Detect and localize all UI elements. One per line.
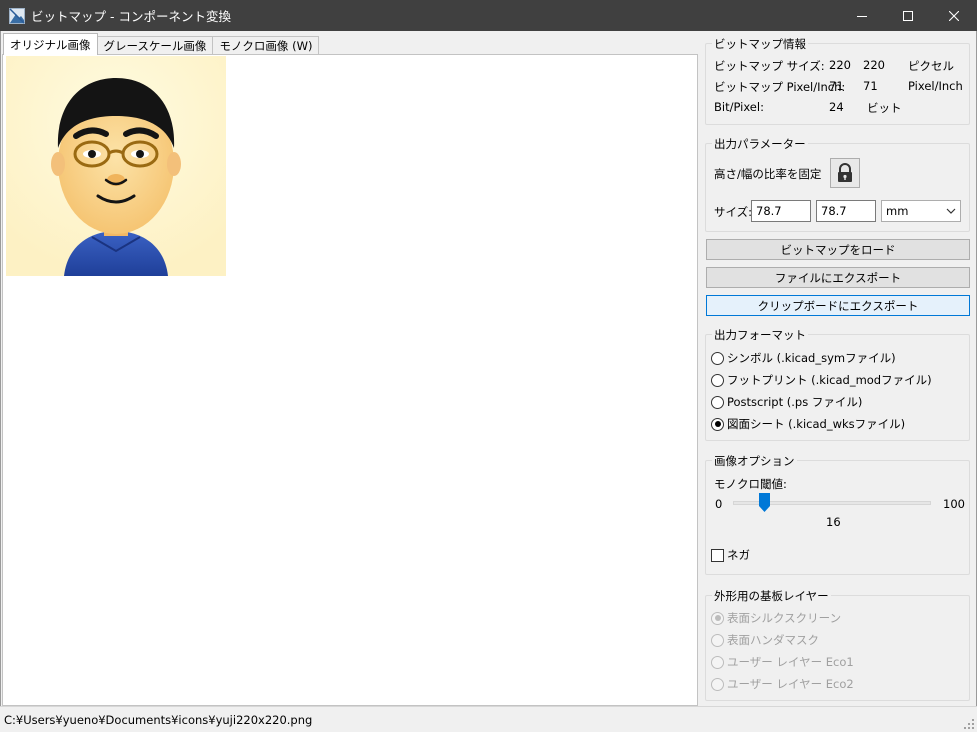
tab-grayscale-image[interactable]: グレースケール画像: [96, 36, 214, 55]
bitmap-ppi-unit: Pixel/Inch: [908, 79, 963, 93]
bitmap-size-height: 220: [863, 58, 885, 72]
lock-ratio-label: 高さ/幅の比率を固定: [714, 167, 822, 181]
image-tabs: オリジナル画像 グレースケール画像 モノクロ画像 (W): [3, 33, 320, 55]
radio-button-icon: [711, 351, 724, 365]
maximize-button[interactable]: [885, 0, 931, 31]
load-bitmap-button[interactable]: ビットマップをロード: [706, 239, 970, 260]
negative-checkbox[interactable]: ネガ: [711, 546, 750, 564]
negative-label: ネガ: [727, 548, 750, 562]
radio-button-icon: [711, 633, 724, 647]
layer-front-mask-radio[interactable]: 表面ハンダマスク: [711, 631, 819, 649]
layer-eco1-label: ユーザー レイヤー Eco1: [727, 655, 854, 669]
window-title: ビットマップ - コンポーネント変換: [31, 9, 231, 24]
layer-eco2-radio[interactable]: ユーザー レイヤー Eco2: [711, 675, 854, 693]
bitmap-converter-app-icon: [9, 7, 25, 24]
bitmap-ppi-label: ビットマップ Pixel/Inch:: [714, 80, 846, 94]
image-options-title: 画像オプション: [712, 453, 797, 469]
format-symbol-label: シンボル (.kicad_symファイル): [727, 351, 896, 365]
bitmap-preview-image: [6, 56, 226, 276]
bitmap-size-unit: ピクセル: [908, 59, 954, 73]
output-width-input[interactable]: 78.7: [751, 200, 811, 222]
bitmap-size-label: ビットマップ サイズ:: [714, 59, 825, 73]
radio-button-icon: [711, 655, 724, 669]
slider-value-label: 16: [826, 515, 841, 529]
threshold-slider-thumb[interactable]: [759, 493, 771, 512]
tab-monochrome-image[interactable]: モノクロ画像 (W): [212, 36, 320, 55]
bitmap-ppi-height: 71: [863, 79, 878, 93]
minimize-button[interactable]: [839, 0, 885, 31]
status-bar: C:¥Users¥yueno¥Documents¥icons¥yuji220x2…: [0, 706, 977, 732]
slider-max-label: 100: [943, 497, 965, 511]
layer-eco2-label: ユーザー レイヤー Eco2: [727, 677, 854, 691]
threshold-label: モノクロ閾値:: [714, 477, 787, 491]
bitmap-bpp-unit: ビット: [867, 101, 902, 115]
chevron-down-icon: [946, 208, 956, 214]
bitmap-bpp-label: Bit/Pixel:: [714, 100, 764, 114]
radio-button-icon: [711, 677, 724, 691]
close-icon: [949, 10, 959, 21]
format-drawing-sheet-label: 図面シート (.kicad_wksファイル): [727, 417, 906, 431]
minimize-icon: [857, 15, 867, 17]
output-params-title: 出力パラメーター: [712, 136, 808, 152]
bitmap-ppi-width: 71: [829, 79, 844, 93]
radio-button-checked-icon: [711, 611, 724, 625]
file-path-status: C:¥Users¥yueno¥Documents¥icons¥yuji220x2…: [4, 712, 313, 727]
lock-icon: [838, 163, 852, 182]
layer-front-silkscreen-radio[interactable]: 表面シルクスクリーン: [711, 609, 841, 627]
format-footprint-radio[interactable]: フットプリント (.kicad_modファイル): [711, 371, 932, 389]
export-file-button[interactable]: ファイルにエクスポート: [706, 267, 970, 288]
resize-grip-icon[interactable]: [963, 718, 975, 730]
bitmap-size-width: 220: [829, 58, 851, 72]
layer-front-silkscreen-label: 表面シルクスクリーン: [727, 611, 842, 625]
close-button[interactable]: [931, 0, 977, 31]
title-bar: ビットマップ - コンポーネント変換: [0, 0, 977, 31]
size-label: サイズ:: [714, 205, 753, 219]
output-height-input[interactable]: 78.7: [816, 200, 876, 222]
unit-select-value: mm: [886, 204, 909, 218]
board-layer-title: 外形用の基板レイヤー: [712, 588, 831, 604]
export-clipboard-button[interactable]: クリップボードにエクスポート: [706, 295, 970, 316]
bitmap-info-title: ビットマップ情報: [712, 36, 808, 52]
layer-front-mask-label: 表面ハンダマスク: [727, 633, 819, 647]
unit-select[interactable]: mm: [881, 200, 961, 222]
tab-original-image[interactable]: オリジナル画像: [3, 33, 98, 55]
lock-ratio-button[interactable]: [830, 158, 860, 188]
checkbox-icon: [711, 548, 724, 562]
image-preview-panel[interactable]: [2, 54, 698, 706]
maximize-icon: [903, 10, 913, 21]
slider-min-label: 0: [715, 497, 723, 511]
format-drawing-sheet-radio[interactable]: 図面シート (.kicad_wksファイル): [711, 415, 905, 433]
format-symbol-radio[interactable]: シンボル (.kicad_symファイル): [711, 349, 896, 367]
output-format-title: 出力フォーマット: [712, 327, 808, 343]
format-footprint-label: フットプリント (.kicad_modファイル): [727, 373, 932, 387]
format-postscript-radio[interactable]: Postscript (.ps ファイル): [711, 393, 862, 411]
radio-button-icon: [711, 395, 724, 409]
radio-button-icon: [711, 373, 724, 387]
format-postscript-label: Postscript (.ps ファイル): [727, 395, 863, 409]
layer-eco1-radio[interactable]: ユーザー レイヤー Eco1: [711, 653, 854, 671]
bitmap-bpp-value: 24: [829, 100, 844, 114]
radio-button-checked-icon: [711, 417, 724, 431]
